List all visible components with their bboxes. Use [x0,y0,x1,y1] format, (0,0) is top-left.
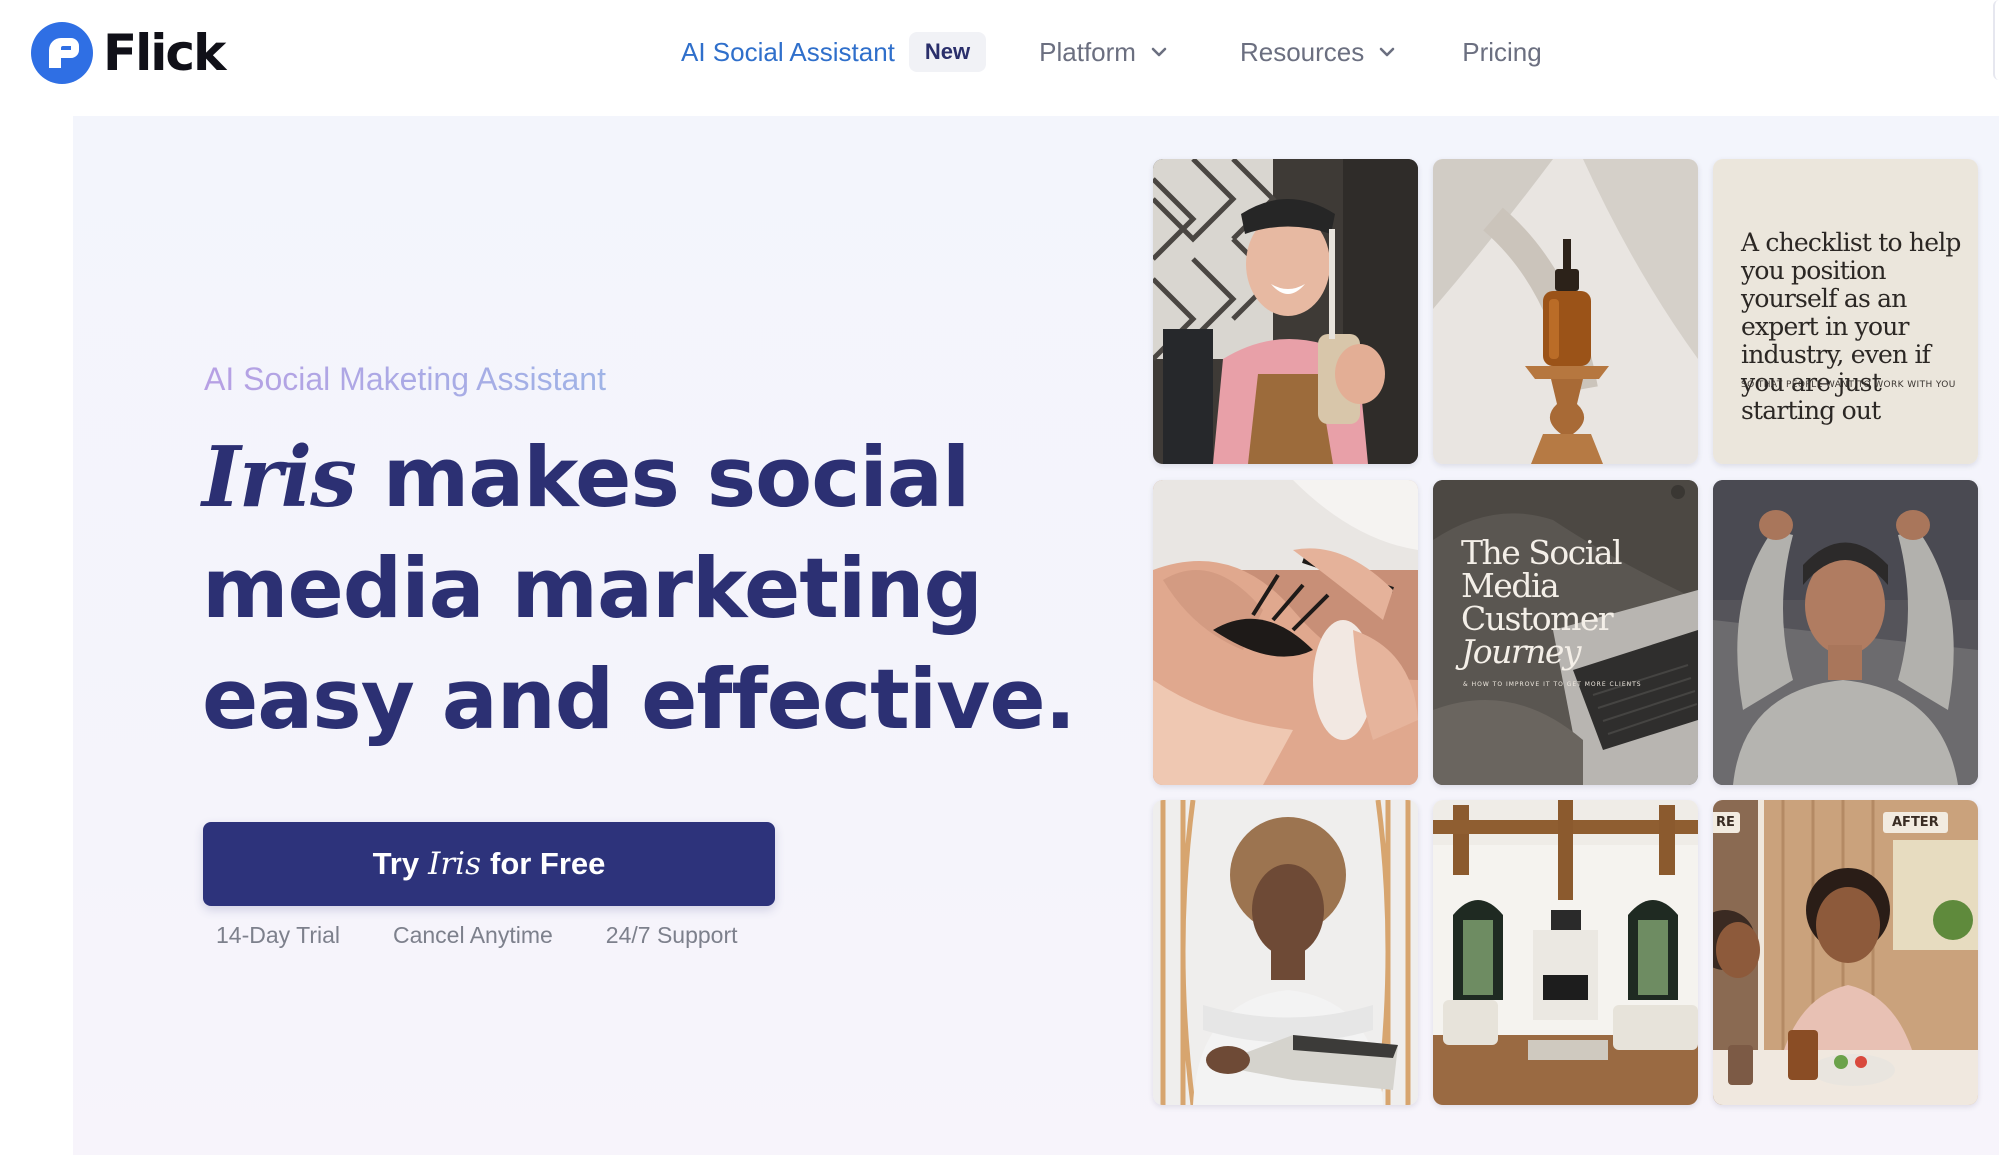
checklist-headline: A checklist to help you position yoursel… [1741,228,1961,425]
nav-resources-label: Resources [1239,37,1365,67]
edge-tab [1993,0,1999,80]
nav-resources-dropdown[interactable]: Resources [1240,30,1396,74]
after-tag: AFTER [1883,812,1948,833]
nav-platform-dropdown[interactable]: Platform [1039,30,1168,74]
cta-suffix: for Free [490,846,606,881]
perk-support: 24/7 Support [605,922,738,948]
journey-title-line3: Customer [1461,599,1614,638]
trial-perks: 14-Day Trial Cancel Anytime 24/7 Support [216,918,738,952]
hero-eyebrow: AI Social Maketing Assistant [204,358,606,400]
customer-journey-graphic: The Social Media Customer Journey & HOW … [1433,480,1698,785]
nav-pricing[interactable]: Pricing [1462,30,1541,74]
cta-iris-word: Iris [428,846,481,882]
nav-platform-label: Platform [1039,37,1136,67]
perk-trial: 14-Day Trial [216,922,340,948]
hero-headline: Iris makes social media marketing easy a… [202,422,1102,755]
checklist-graphic: A checklist to help you position yoursel… [1713,159,1978,464]
brand-name: Flick [103,24,226,82]
lash-extension-photo [1153,480,1418,785]
barista-photo [1153,159,1418,464]
flick-logo[interactable]: Flick [31,22,226,84]
checklist-subtext: SO THAT PEOPLE WANT TO WORK WITH YOU [1741,380,1956,390]
interior-living-room-photo [1433,800,1698,1105]
nav-ai-social-assistant-label: AI Social Assistant [681,37,895,67]
headline-iris-word: Iris [202,428,357,526]
woman-reading-photo [1153,800,1418,1105]
journey-subtext: & HOW TO IMPROVE IT TO GET MORE CLIENTS [1463,681,1642,688]
top-navigation: Flick AI Social Assistant New Platform R… [0,0,1999,108]
main-menu: AI Social Assistant New Platform Resourc… [681,30,1542,74]
man-stretching-photo [1713,480,1978,785]
chevron-down-icon [1379,47,1395,57]
flick-logo-icon [31,22,93,84]
perk-cancel: Cancel Anytime [392,922,553,948]
journey-title: The Social Media Customer Journey [1461,536,1661,668]
journey-title-line2: Media [1461,566,1560,605]
new-badge: New [908,32,987,72]
before-after-illustration: RE AFTER [1713,800,1978,1105]
nav-ai-social-assistant[interactable]: AI Social Assistant New [681,30,987,74]
cta-prefix: Try [372,846,420,881]
journey-title-line1: The Social [1461,533,1623,572]
serum-bottle-photo [1433,159,1698,464]
chevron-down-icon [1151,47,1167,57]
journey-title-line4: Journey [1461,632,1582,671]
before-tag: RE [1713,812,1740,833]
try-iris-free-button[interactable]: Try Iris for Free [203,822,775,906]
